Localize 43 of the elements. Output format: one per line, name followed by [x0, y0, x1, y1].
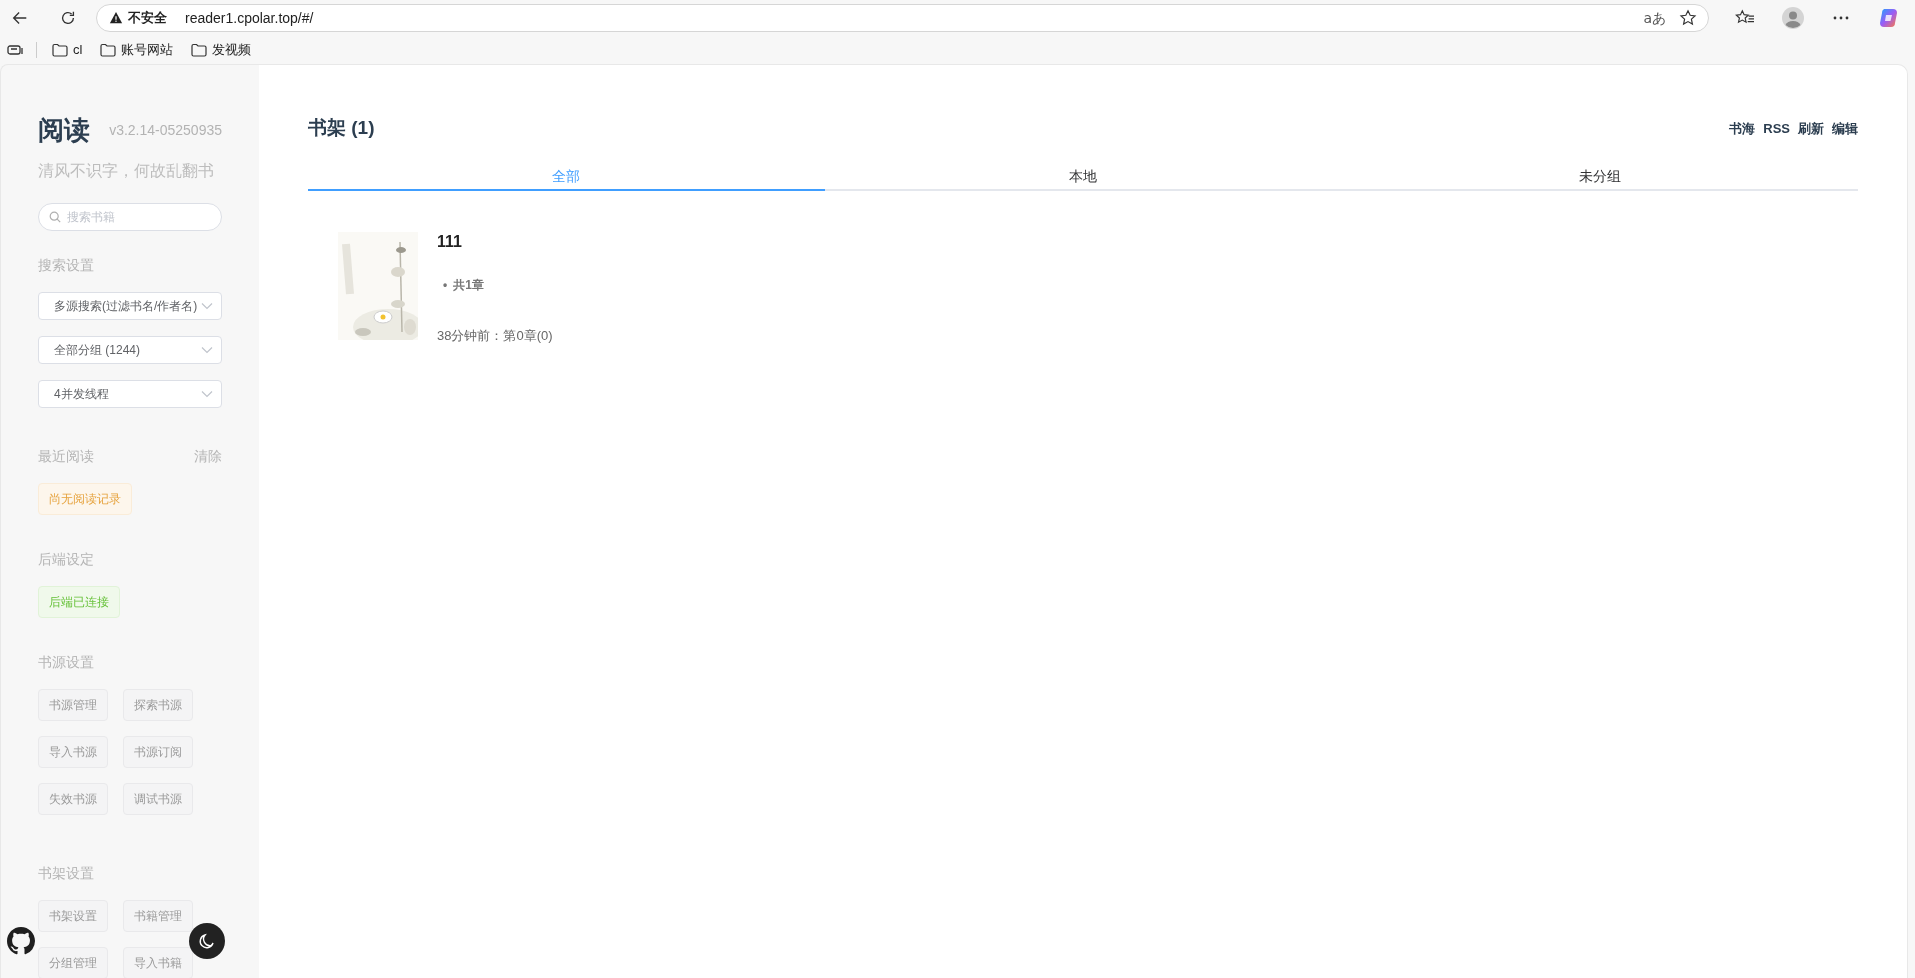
status-tag: 尚无阅读记录: [38, 483, 132, 515]
separator-dot: •: [443, 276, 448, 294]
url-text[interactable]: reader1.cpolar.top/#/: [185, 7, 1644, 29]
app-title: 阅读: [38, 115, 90, 145]
select-field[interactable]: 多源搜索(过滤书名/作者名): [38, 292, 222, 320]
folder-icon: [52, 43, 68, 57]
last-read-text: 38分钟前：第0章(0): [437, 326, 553, 345]
search-icon: [49, 211, 61, 223]
version-text: v3.2.14-05250935: [109, 121, 222, 140]
motto-text: 清风不识字，何故乱翻书: [38, 161, 215, 181]
chevron-down-icon: [201, 302, 213, 310]
chevron-down-icon: [201, 390, 213, 398]
bookmark-item[interactable]: 账号网站: [97, 40, 177, 60]
chevron-down-icon: [201, 346, 213, 354]
section-title: 后端设定: [38, 550, 95, 569]
action-link[interactable]: RSS: [1763, 118, 1790, 138]
select-field[interactable]: 4并发线程: [38, 380, 222, 408]
bookmark-item[interactable]: cl: [49, 40, 86, 60]
action-link[interactable]: 书海: [1729, 118, 1756, 138]
status-tag: 后端已连接: [38, 586, 120, 618]
moon-icon: [198, 932, 216, 950]
translate-button[interactable]: aあ: [1643, 7, 1666, 29]
folder-icon: [100, 43, 117, 57]
shelf-tab[interactable]: 未分组: [1341, 160, 1858, 191]
section-title: 书架设置: [38, 864, 95, 883]
section-title: 搜索设置: [38, 256, 95, 275]
action-link[interactable]: 编辑: [1832, 118, 1858, 138]
github-icon[interactable]: [7, 927, 35, 955]
select-field[interactable]: 全部分组 (1244): [38, 336, 222, 364]
shelf-tab[interactable]: 本地: [824, 160, 1342, 191]
profile-avatar-icon[interactable]: [1781, 6, 1805, 30]
shelf-title: 书架 (1): [308, 116, 375, 140]
dark-mode-button[interactable]: [189, 923, 225, 959]
book-title: 111: [437, 231, 463, 252]
security-label[interactable]: 不安全: [128, 8, 167, 28]
section-title: 最近阅读: [38, 447, 94, 466]
star-icon[interactable]: [1678, 8, 1698, 28]
folder-icon: [191, 43, 208, 57]
warning-icon: [109, 11, 123, 25]
bookmark-item[interactable]: 发视频: [188, 40, 255, 60]
chapter-count: 共1章: [453, 276, 484, 294]
action-link[interactable]: 刷新: [1798, 118, 1824, 138]
section-title: 书源设置: [38, 653, 95, 672]
